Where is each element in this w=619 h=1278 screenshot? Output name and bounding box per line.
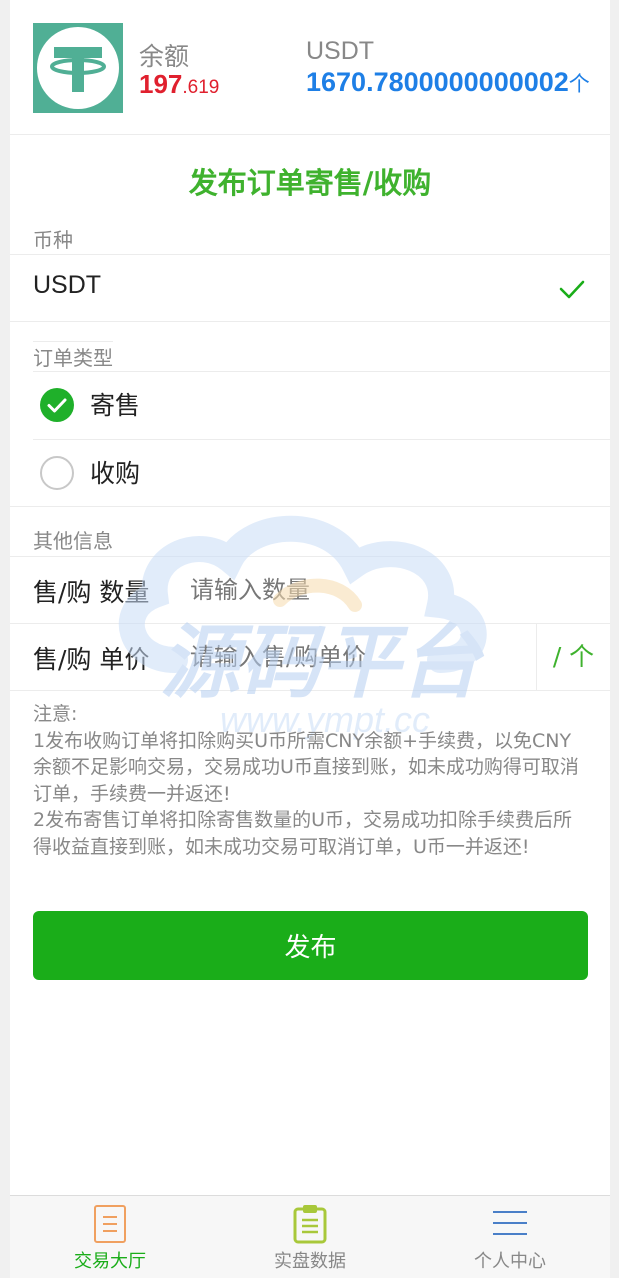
radio-checked-icon	[40, 388, 74, 422]
quantity-label: 售/购 数量	[33, 578, 150, 607]
quantity-row: 售/购 数量	[10, 556, 610, 623]
notice-text: 注意: 1发布收购订单将扣除购买U币所需CNY余额+手续费，以免CNY余额不足影…	[33, 701, 588, 860]
price-label: 售/购 单价	[33, 645, 150, 674]
tab-personal-center[interactable]: 个人中心	[410, 1196, 610, 1278]
order-type-option-purchase[interactable]: 收购	[33, 439, 610, 506]
quantity-input[interactable]	[190, 567, 530, 613]
tab-label: 交易大厅	[74, 1251, 146, 1272]
tether-logo-icon	[33, 23, 123, 113]
price-input[interactable]	[190, 634, 530, 680]
order-publish-page: 余额 197.619 USDT 1670.7800000000002个 发布订单…	[10, 0, 610, 1278]
clipboard-icon	[293, 1205, 327, 1244]
other-info-section-label: 其他信息	[33, 529, 113, 553]
menu-icon	[493, 1211, 527, 1235]
account-header: 余额 197.619 USDT 1670.7800000000002个	[10, 0, 610, 135]
tab-live-data[interactable]: 实盘数据	[210, 1196, 410, 1278]
section-divider	[10, 506, 610, 507]
tab-label: 个人中心	[474, 1251, 546, 1272]
tab-label: 实盘数据	[274, 1251, 346, 1272]
coin-option-usdt[interactable]: USDT	[10, 254, 610, 321]
usdt-amount-value: 1670.7800000000002	[306, 67, 569, 97]
section-divider	[10, 321, 610, 322]
page-title: 发布订单寄售/收购	[188, 166, 432, 200]
publish-button[interactable]: 发布	[33, 911, 588, 980]
bottom-tabbar: 交易大厅 实盘数据 个人中心	[10, 1195, 610, 1278]
balance-decimal: .619	[182, 77, 220, 98]
notice-line-consign: 2发布寄售订单将扣除寄售数量的U币，交易成功扣除手续费后所得收益直接到账，如未成…	[33, 809, 572, 858]
notice-title: 注意:	[33, 703, 78, 725]
usdt-label: USDT	[306, 37, 375, 65]
price-unit: / 个	[536, 624, 610, 690]
coin-option-label: USDT	[33, 271, 102, 299]
document-icon	[94, 1205, 126, 1243]
price-row: 售/购 单价 / 个	[10, 623, 610, 691]
balance-integer: 197	[139, 69, 183, 99]
usdt-amount-unit: 个	[568, 73, 590, 96]
coin-section-label: 币种	[33, 228, 73, 252]
order-type-section-label: 订单类型	[33, 341, 113, 371]
tab-trading-hall[interactable]: 交易大厅	[10, 1196, 210, 1278]
checkmark-icon	[559, 280, 585, 299]
order-type-option-consign[interactable]: 寄售	[33, 371, 610, 438]
balance-value: 197.619	[139, 69, 219, 100]
radio-unchecked-icon	[40, 456, 74, 490]
usdt-amount: 1670.7800000000002个	[306, 67, 590, 98]
notice-line-purchase: 1发布收购订单将扣除购买U币所需CNY余额+手续费，以免CNY余额不足影响交易，…	[33, 729, 579, 805]
order-type-option-label: 收购	[90, 459, 141, 488]
order-type-option-label: 寄售	[90, 391, 141, 420]
balance-label: 余额	[139, 42, 190, 71]
